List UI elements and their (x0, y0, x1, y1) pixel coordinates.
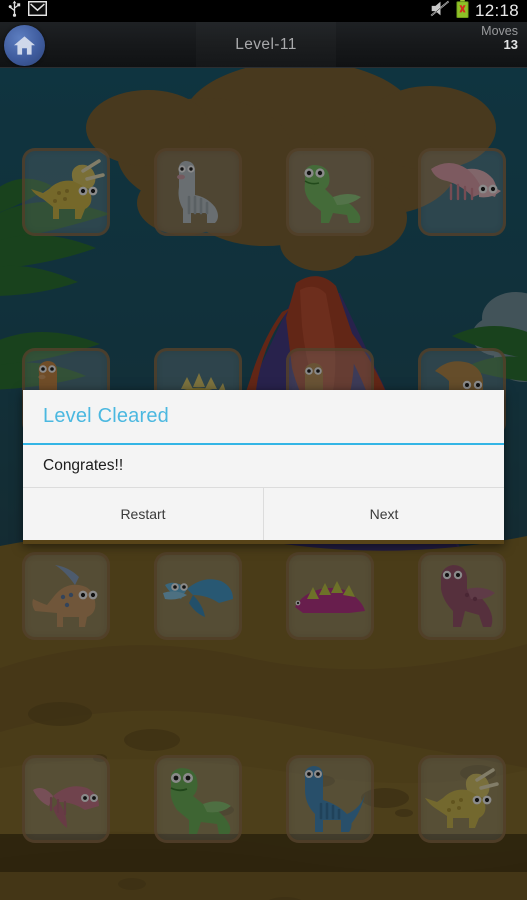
status-bar: 12:18 (0, 0, 527, 22)
dialog-title-bar: Level Cleared (23, 390, 504, 445)
status-bar-left-icons (0, 0, 430, 22)
restart-button[interactable]: Restart (23, 488, 263, 540)
home-icon (3, 24, 45, 66)
moves-value: 13 (503, 37, 518, 53)
status-bar-clock: 12:18 (474, 1, 519, 20)
next-button[interactable]: Next (264, 488, 504, 540)
dialog-body: Congrates!! (23, 445, 504, 488)
moves-label: Moves (481, 24, 518, 38)
action-bar: Level-11 Moves 13 (0, 22, 527, 68)
dialog-button-row: Restart Next (23, 488, 504, 540)
usb-icon (8, 0, 21, 22)
app-screen: 12:18 Level-11 Moves 13 Level Cleared Co… (0, 0, 527, 900)
battery-error-icon (456, 0, 469, 23)
dialog-message: Congrates!! (43, 457, 124, 474)
page-title: Level-11 (196, 22, 336, 67)
mute-icon (430, 0, 450, 22)
status-bar-right-icons: 12:18 (430, 0, 527, 23)
home-button[interactable] (2, 23, 46, 67)
gmail-icon (27, 0, 48, 21)
level-cleared-dialog: Level Cleared Congrates!! Restart Next (23, 390, 504, 544)
dialog-bottom-rule (23, 540, 504, 544)
dialog-title: Level Cleared (43, 405, 170, 427)
moves-counter: Moves 13 (481, 24, 518, 53)
